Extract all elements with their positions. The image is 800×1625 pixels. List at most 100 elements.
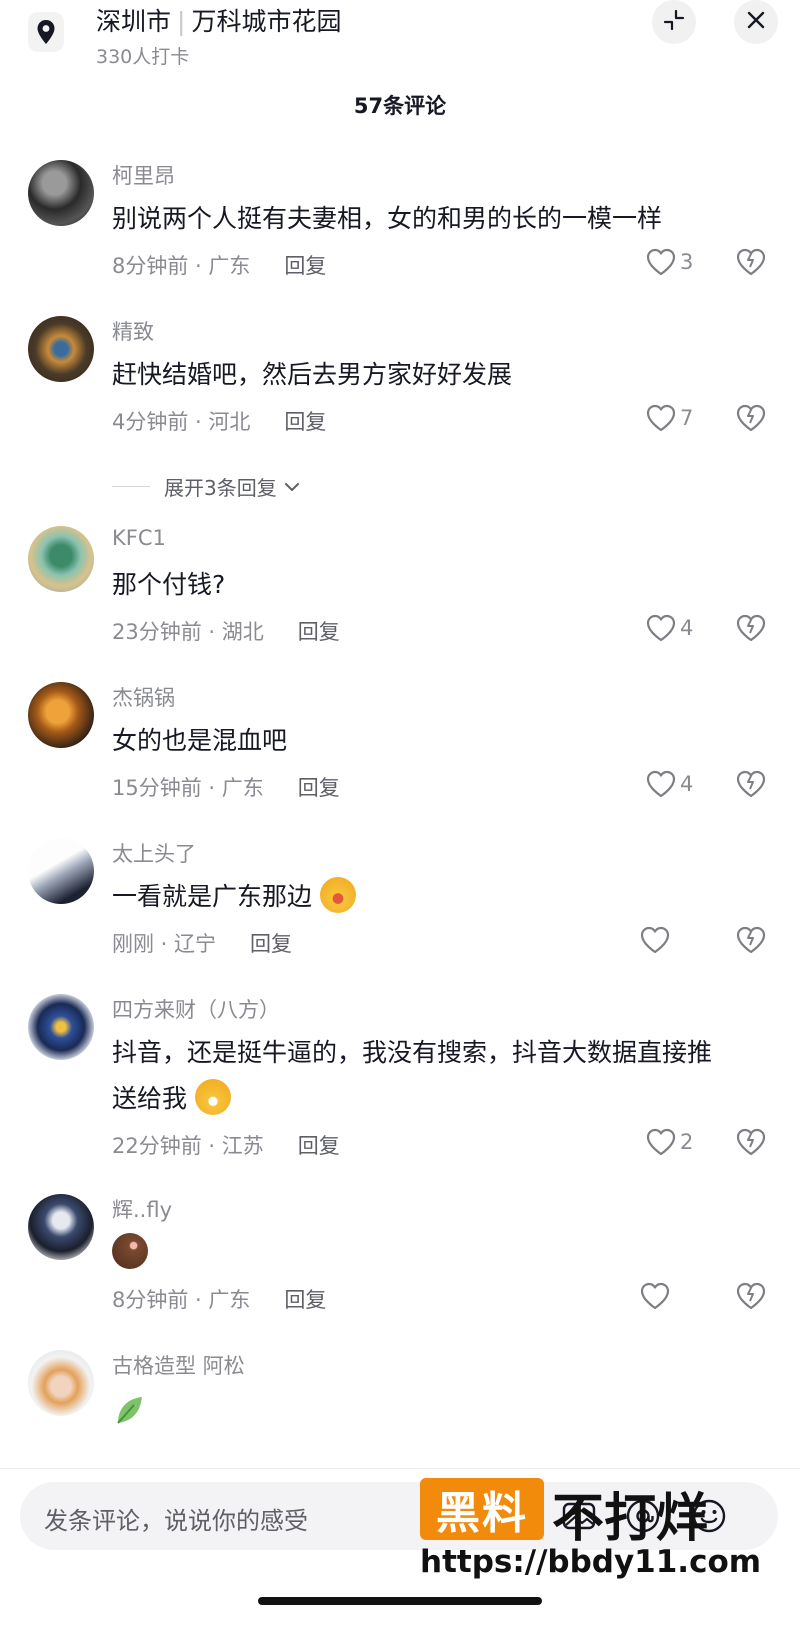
- comment-username[interactable]: 古格造型 阿松: [112, 1350, 245, 1380]
- comment-username[interactable]: 精致: [112, 316, 154, 346]
- heart-icon: [646, 404, 676, 432]
- like-count: 3: [680, 250, 694, 274]
- comment-username[interactable]: 柯里昂: [112, 160, 175, 190]
- comment-text-row: 一看就是广东那边: [112, 874, 752, 920]
- comment-text-row: 抖音，还是挺牛逼的，我没有搜索，抖音大数据直接推送给我: [112, 1030, 732, 1122]
- close-button[interactable]: [734, 0, 778, 44]
- comment-text: 女的也是混血吧: [112, 726, 288, 755]
- comment-input-placeholder: 发条评论，说说你的感受: [44, 1507, 308, 1535]
- comment-meta: 刚刚 · 辽宁 回复: [112, 928, 292, 958]
- comment-text: 别说两个人挺有夫妻相，女的和男的长的一模一样: [112, 204, 663, 233]
- expand-replies-button[interactable]: 展开3条回复: [112, 472, 301, 501]
- like-button[interactable]: [640, 1282, 674, 1310]
- collapse-icon: [663, 9, 685, 35]
- avatar[interactable]: [28, 994, 94, 1060]
- heart-icon: [646, 770, 676, 798]
- comment-text: 那个付钱?: [112, 570, 226, 599]
- like-count: 2: [680, 1130, 694, 1154]
- like-button[interactable]: 4: [646, 770, 693, 798]
- reply-button[interactable]: 回复: [284, 406, 326, 436]
- comment-time: 刚刚 · 辽宁: [112, 932, 217, 956]
- like-button[interactable]: [640, 926, 674, 954]
- bottom-divider: [0, 1468, 800, 1469]
- like-button[interactable]: 3: [646, 248, 693, 276]
- dislike-heart-icon: [736, 926, 766, 954]
- heart-icon: [646, 1128, 676, 1156]
- watermark: 黑料 不打烊 https://bbdy11.com: [420, 1478, 800, 1580]
- leaf-emoji-icon: [117, 1397, 142, 1424]
- avatar[interactable]: [28, 1194, 94, 1260]
- close-icon: [746, 10, 766, 34]
- avatar[interactable]: [28, 160, 94, 226]
- watermark-url: https://bbdy11.com: [420, 1544, 762, 1580]
- reply-button[interactable]: 回复: [298, 1130, 340, 1160]
- heart-icon: [640, 926, 670, 954]
- chevron-down-icon: [284, 482, 299, 491]
- location-pin-icon[interactable]: [28, 12, 64, 52]
- reply-button[interactable]: 回复: [298, 772, 340, 802]
- like-count: 4: [680, 772, 694, 796]
- comment-time: 23分钟前 · 湖北: [112, 620, 264, 644]
- comment-text: 赶快结婚吧，然后去男方家好好发展: [112, 360, 513, 389]
- expand-replies-label: 展开3条回复: [164, 476, 277, 500]
- comment-count: 57条评论: [353, 94, 447, 118]
- comment-text-row: [112, 1230, 752, 1276]
- comment-meta: 23分钟前 · 湖北 回复: [112, 616, 340, 646]
- like-button[interactable]: 2: [646, 1128, 693, 1156]
- comment-username[interactable]: 太上头了: [112, 838, 196, 868]
- like-button[interactable]: 4: [646, 614, 693, 642]
- comment-time: 22分钟前 · 江苏: [112, 1134, 264, 1158]
- checkin-count: 330人打卡: [96, 46, 190, 68]
- avatar[interactable]: [28, 682, 94, 748]
- dislike-heart-icon: [736, 248, 766, 276]
- comment-time: 8分钟前 · 广东: [112, 254, 251, 278]
- comment-meta: 8分钟前 · 广东 回复: [112, 1284, 326, 1314]
- heart-icon: [640, 1282, 670, 1310]
- comment-meta: 4分钟前 · 河北 回复: [112, 406, 326, 436]
- location-place: 万科城市花园: [191, 7, 342, 36]
- comment-username[interactable]: 辉..fly: [112, 1194, 172, 1224]
- dislike-button[interactable]: [736, 926, 766, 958]
- comment-time: 8分钟前 · 广东: [112, 1288, 251, 1312]
- avatar[interactable]: [28, 1350, 94, 1416]
- dislike-heart-icon: [736, 614, 766, 642]
- header: 深圳市 | 万科城市花园 330人打卡 57条评论: [0, 0, 800, 140]
- reply-button[interactable]: 回复: [298, 616, 340, 646]
- like-count: 7: [680, 406, 694, 430]
- home-indicator[interactable]: [258, 1597, 542, 1605]
- dislike-button[interactable]: [736, 404, 766, 436]
- watermark-badge: 黑料: [420, 1478, 544, 1540]
- comment-text: 一看就是广东那边: [112, 882, 313, 911]
- comment-username[interactable]: KFC1: [112, 526, 166, 550]
- location-separator: |: [177, 7, 186, 36]
- comment-meta: 8分钟前 · 广东 回复: [112, 250, 326, 280]
- cookie-emoji: [112, 1233, 148, 1269]
- dislike-button[interactable]: [736, 1128, 766, 1160]
- comment-username[interactable]: 杰锅锅: [112, 682, 175, 712]
- grinning-sweat-emoji: [194, 1079, 231, 1115]
- avatar[interactable]: [28, 316, 94, 382]
- dislike-heart-icon: [736, 1128, 766, 1156]
- comment-username[interactable]: 四方来财（八方）: [112, 994, 280, 1024]
- comment-meta: 22分钟前 · 江苏 回复: [112, 1130, 340, 1160]
- dislike-button[interactable]: [736, 614, 766, 646]
- dislike-heart-icon: [736, 404, 766, 432]
- avatar[interactable]: [28, 838, 94, 904]
- comment-time: 4分钟前 · 河北: [112, 410, 251, 434]
- location-title[interactable]: 深圳市 | 万科城市花园: [96, 2, 341, 38]
- expand-divider: [112, 486, 150, 487]
- crying-laughing-emoji: [319, 877, 356, 913]
- reply-button[interactable]: 回复: [250, 928, 292, 958]
- comment-meta: 15分钟前 · 广东 回复: [112, 772, 340, 802]
- reply-button[interactable]: 回复: [284, 1284, 326, 1314]
- comment-time: 15分钟前 · 广东: [112, 776, 264, 800]
- dislike-button[interactable]: [736, 248, 766, 280]
- dislike-heart-icon: [736, 770, 766, 798]
- reply-button[interactable]: 回复: [284, 250, 326, 280]
- comment-text-row: [112, 1386, 752, 1432]
- collapse-button[interactable]: [652, 0, 696, 44]
- dislike-button[interactable]: [736, 1282, 766, 1314]
- dislike-button[interactable]: [736, 770, 766, 802]
- like-button[interactable]: 7: [646, 404, 693, 432]
- avatar[interactable]: [28, 526, 94, 592]
